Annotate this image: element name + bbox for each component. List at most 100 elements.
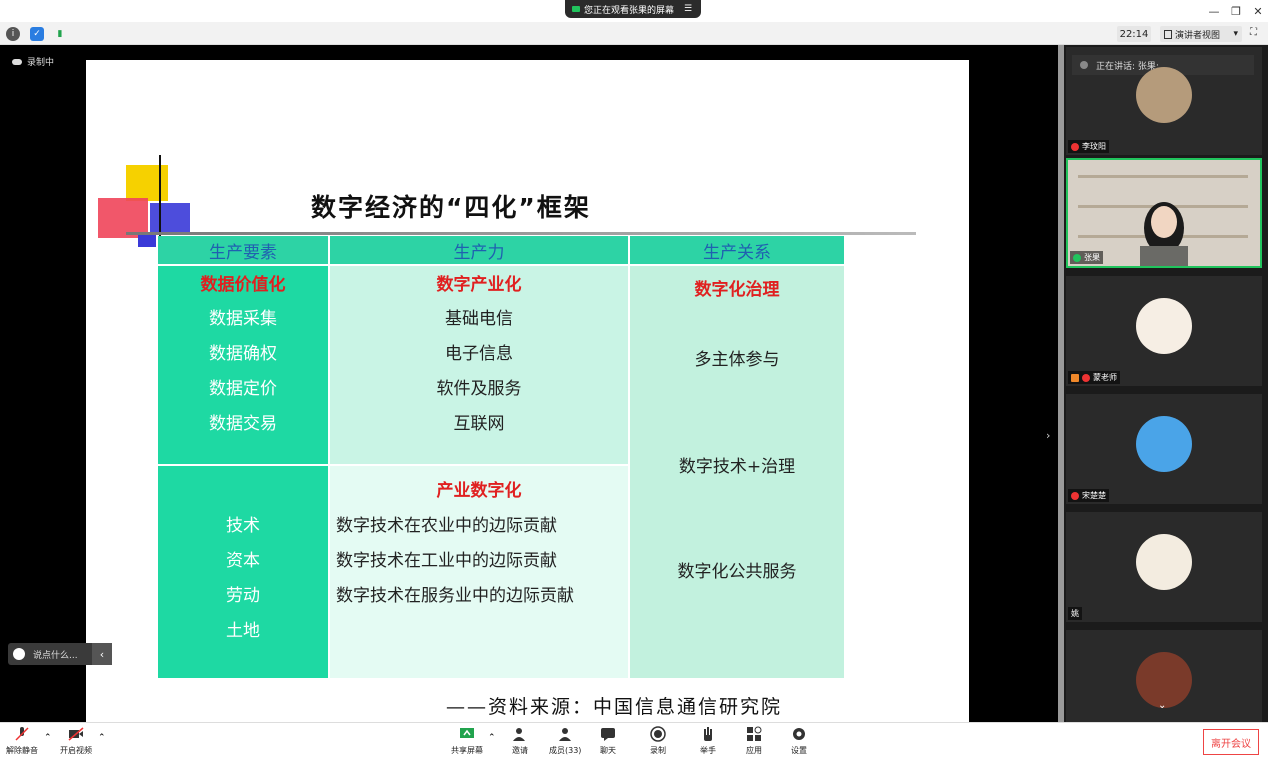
close-icon[interactable]: ✕: [1248, 2, 1268, 20]
list-item: 互联网: [453, 414, 505, 434]
industrial-digitalization-cell: 产业数字化 数字技术在农业中的边际贡献 数字技术在工业中的边际贡献 数字技术在服…: [330, 466, 628, 678]
minimize-icon[interactable]: —: [1204, 2, 1224, 20]
invite-user-icon: [513, 728, 525, 741]
slide-title: 数字经济的“四化”框架: [311, 193, 591, 222]
screen-share-notice[interactable]: 您正在观看张果的屏幕 ☰: [565, 0, 701, 18]
mic-muted-icon: [1071, 491, 1079, 500]
participant-name: 李玟阳: [1068, 140, 1109, 153]
list-item: 电子信息: [445, 344, 513, 364]
share-screen-icon: [460, 728, 474, 738]
chat-button[interactable]: 聊天: [600, 726, 616, 756]
microphone-icon: [1080, 61, 1088, 69]
participant-name: 姚: [1068, 607, 1082, 620]
list-item: 数字化公共服务: [677, 562, 797, 582]
participant-tile[interactable]: 姚: [1066, 512, 1262, 622]
record-icon: [650, 726, 666, 742]
list-item: 多主体参与: [694, 350, 780, 370]
list-item: 数字技术在工业中的边际贡献: [336, 551, 557, 571]
view-mode-button[interactable]: 演讲者视图 ▾: [1160, 26, 1242, 42]
data-valorization-title: 数据价值化: [200, 275, 286, 295]
mic-muted-icon: [15, 727, 29, 741]
members-button[interactable]: 成员(33): [549, 726, 581, 756]
industrial-digitalization-title: 产业数字化: [436, 481, 522, 501]
start-video-button[interactable]: 开启视频: [60, 726, 92, 756]
emoji-icon[interactable]: [13, 648, 25, 660]
avatar: [1136, 67, 1192, 123]
chevron-right-icon[interactable]: ›: [1046, 429, 1050, 442]
header-production-relations: 生产关系: [630, 236, 844, 264]
participant-name: 宋楚楚: [1068, 489, 1109, 502]
members-icon: [559, 728, 572, 741]
presentation-slide: 数字经济的“四化”框架 生产要素 生产力 生产关系 数据价值化 数据采集 数据确…: [86, 60, 969, 722]
participant-name: 张果: [1070, 251, 1103, 264]
data-valorization-cell: 数据价值化 数据采集 数据确权 数据定价 数据交易: [158, 266, 328, 464]
fullscreen-icon[interactable]: ⛶: [1250, 27, 1263, 40]
participant-tile[interactable]: 正在讲话: 张果; 李玟阳: [1066, 47, 1262, 155]
apps-button[interactable]: 应用: [746, 726, 762, 756]
list-item: 资本: [226, 551, 260, 571]
settings-button[interactable]: 设置: [791, 726, 807, 756]
camera-off-icon: [68, 727, 84, 741]
signal-icon[interactable]: ▮: [53, 27, 67, 41]
list-item: 基础电信: [445, 309, 513, 329]
meeting-controls: 解除静音 ⌃ 开启视频 ⌃ 共享屏幕 ⌃ 邀请 成员(33) 聊天 录制 举手 …: [0, 722, 1268, 764]
source-citation: ——资料来源：中国信息通信研究院: [446, 696, 783, 718]
header-production-factors: 生产要素: [158, 236, 328, 264]
menu-icon[interactable]: ☰: [684, 4, 692, 14]
list-item: 数据采集: [209, 309, 277, 329]
framework-table: 生产要素 生产力 生产关系 数据价值化 数据采集 数据确权 数据定价 数据交易 …: [158, 236, 844, 678]
host-icon: [1071, 373, 1079, 382]
participant-name: 蒙老师: [1068, 371, 1120, 384]
participant-tile[interactable]: ⌄: [1066, 630, 1262, 722]
traditional-factors-cell: 技术 资本 劳动 土地: [158, 466, 328, 678]
meeting-toolbar: i ✓ ▮ 22:14 演讲者视图 ▾ ⛶: [0, 22, 1268, 45]
chat-placeholder: 说点什么...: [33, 650, 78, 661]
share-notice-text: 您正在观看张果的屏幕: [584, 5, 675, 16]
shield-icon[interactable]: ✓: [30, 27, 44, 41]
list-item: 数字技术在农业中的边际贡献: [336, 516, 557, 536]
share-screen-button[interactable]: 共享屏幕: [451, 726, 483, 756]
list-item: 数字技术+治理: [678, 457, 796, 477]
digital-industrialization-cell: 数字产业化 基础电信 电子信息 软件及服务 互联网: [330, 266, 628, 464]
chevron-up-icon[interactable]: ⌃: [488, 733, 496, 743]
participant-tile[interactable]: 蒙老师: [1066, 276, 1262, 386]
camera-icon: [572, 6, 580, 12]
list-item: 土地: [226, 621, 260, 641]
list-item: 软件及服务: [436, 379, 522, 399]
chevron-up-icon[interactable]: ⌃: [98, 733, 106, 743]
avatar: [1136, 534, 1192, 590]
recording-label: 录制中: [27, 58, 55, 68]
invite-button[interactable]: 邀请: [512, 726, 528, 756]
digital-governance-cell: 数字化治理 多主体参与 数字技术+治理 数字化公共服务: [630, 266, 844, 678]
header-productivity: 生产力: [330, 236, 628, 264]
info-icon[interactable]: i: [6, 27, 20, 41]
view-mode-label: 演讲者视图: [1175, 30, 1221, 41]
title-underline: [126, 232, 916, 235]
mic-active-icon: [1073, 253, 1081, 262]
gear-icon: [793, 728, 805, 740]
list-item: 数据确权: [209, 344, 277, 364]
raise-hand-button[interactable]: 举手: [700, 726, 716, 756]
restore-icon[interactable]: ❐: [1226, 2, 1246, 20]
list-item: 数据交易: [209, 414, 277, 434]
cloud-icon: [12, 58, 22, 65]
participant-video-panel: 正在讲话: 张果; 李玟阳 张果 蒙老师 宋楚楚 姚 ⌄: [1064, 45, 1268, 722]
participant-tile[interactable]: 宋楚楚: [1066, 394, 1262, 504]
digital-governance-title: 数字化治理: [694, 280, 780, 300]
collapse-left-icon[interactable]: ‹: [92, 643, 112, 665]
list-item: 数字技术在服务业中的边际贡献: [336, 586, 574, 606]
chevron-up-icon[interactable]: ⌃: [44, 733, 52, 743]
recording-indicator: 录制中: [12, 55, 54, 68]
unmute-button[interactable]: 解除静音: [6, 726, 38, 756]
list-item: 劳动: [226, 586, 260, 606]
record-button[interactable]: 录制: [650, 726, 666, 756]
leave-meeting-button[interactable]: 离开会议: [1203, 729, 1259, 755]
chevron-down-icon[interactable]: ⌄: [1158, 700, 1166, 711]
meeting-clock: 22:14: [1117, 26, 1151, 42]
list-item: 数据定价: [209, 379, 277, 399]
participant-tile-active[interactable]: 张果: [1066, 158, 1262, 268]
avatar: [1136, 298, 1192, 354]
hand-icon: [704, 727, 712, 741]
mic-muted-icon: [1071, 142, 1079, 151]
quick-chat-input[interactable]: 说点什么... ‹: [8, 643, 112, 665]
